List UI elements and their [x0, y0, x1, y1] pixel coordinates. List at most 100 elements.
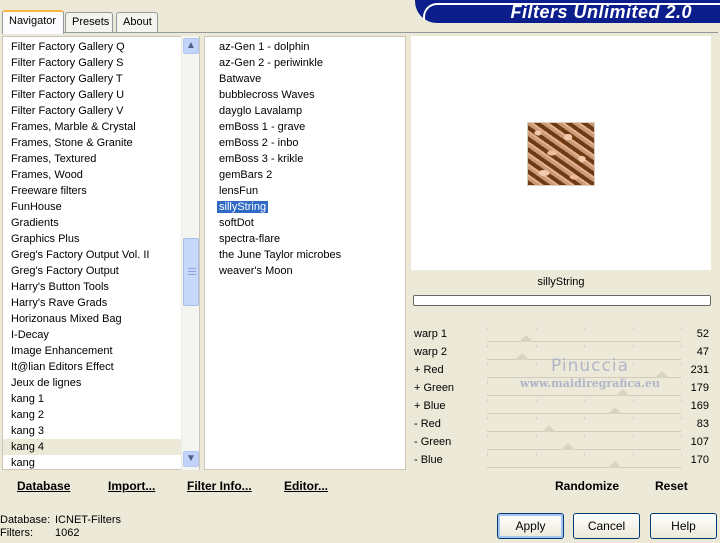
filter-item[interactable]: az-Gen 2 - periwinkle [205, 55, 323, 71]
apply-button[interactable]: Apply [497, 513, 564, 539]
import-button[interactable]: Import... [108, 479, 155, 493]
slider-value: 83 [696, 418, 709, 430]
slider-track[interactable] [487, 399, 682, 414]
category-item[interactable]: Freeware filters [3, 183, 182, 199]
filter-item-label: emBoss 2 - inbo [219, 137, 299, 149]
slider-label: + Red [414, 364, 444, 376]
filter-name-label: sillyString [537, 276, 585, 288]
filter-item[interactable]: dayglo Lavalamp [205, 103, 302, 119]
category-item[interactable]: It@lian Editors Effect [3, 359, 182, 375]
category-item[interactable]: Harry's Rave Grads [3, 295, 182, 311]
slider-value: 170 [690, 454, 709, 466]
filter-item[interactable]: sillyString [205, 199, 269, 215]
category-item[interactable]: Greg's Factory Output [3, 263, 182, 279]
tab-navigator[interactable]: Navigator [2, 10, 64, 34]
slider-row[interactable]: warp 1 52 [411, 326, 711, 344]
filter-item-label: gemBars 2 [219, 169, 273, 181]
help-button[interactable]: Help [650, 513, 717, 539]
category-item[interactable]: kang 3 [3, 423, 182, 439]
scroll-up-icon[interactable]: ▲ [183, 38, 199, 54]
filter-item[interactable]: weaver's Moon [205, 263, 293, 279]
slider-value: 231 [690, 364, 709, 376]
category-item[interactable]: Filter Factory Gallery U [3, 87, 182, 103]
editor-label: Editor... [284, 479, 329, 493]
category-item[interactable]: Horizonaus Mixed Bag [3, 311, 182, 327]
slider-value: 47 [696, 346, 709, 358]
filters-info-value: 1062 [55, 527, 80, 539]
category-item[interactable]: kang 1 [3, 391, 182, 407]
randomize-button[interactable]: Randomize [555, 479, 619, 493]
filter-list[interactable]: az-Gen 1 - dolphin az-Gen 2 - periwinkle B… [204, 36, 406, 470]
category-item[interactable]: Filter Factory Gallery Q [3, 39, 182, 55]
slider-track[interactable] [487, 453, 682, 468]
category-scrollbar[interactable]: ▲ ▼ [181, 36, 199, 470]
progress-bar [413, 295, 711, 306]
category-item[interactable]: FunHouse [3, 199, 182, 215]
filter-item[interactable]: az-Gen 1 - dolphin [205, 39, 310, 55]
reset-button[interactable]: Reset [655, 479, 688, 493]
filter-item[interactable]: spectra-flare [205, 231, 280, 247]
slider-value: 169 [690, 400, 709, 412]
category-item[interactable]: Jeux de lignes [3, 375, 182, 391]
category-item[interactable]: Frames, Wood [3, 167, 182, 183]
filter-item[interactable]: Batwave [205, 71, 261, 87]
filter-item[interactable]: gemBars 2 [205, 167, 272, 183]
tab-presets[interactable]: Presets [65, 12, 113, 32]
slider-track[interactable] [487, 327, 682, 342]
category-item[interactable]: kang 4 [3, 439, 182, 455]
slider-row[interactable]: - Blue 170 [411, 452, 711, 470]
category-item[interactable]: kang 2 [3, 407, 182, 423]
filter-item[interactable]: emBoss 2 - inbo [205, 135, 298, 151]
category-list[interactable]: Filter Factory Gallery Q Filter Factory G… [2, 36, 200, 470]
category-item[interactable]: kang [3, 455, 182, 469]
slider-label: - Green [414, 436, 452, 448]
slider-track[interactable] [487, 381, 682, 396]
filter-item[interactable]: lensFun [205, 183, 258, 199]
slider-thumb[interactable] [514, 353, 529, 360]
slider-thumb[interactable] [518, 335, 533, 342]
category-item[interactable]: Greg's Factory Output Vol. II [3, 247, 182, 263]
filter-item[interactable]: the June Taylor microbes [205, 247, 341, 263]
preview-area [411, 36, 711, 270]
category-item[interactable]: Frames, Stone & Granite [3, 135, 182, 151]
category-item[interactable]: Filter Factory Gallery S [3, 55, 182, 71]
filter-item[interactable]: softDot [205, 215, 254, 231]
slider-track[interactable] [487, 435, 682, 450]
filter-item[interactable]: emBoss 1 - grave [205, 119, 305, 135]
scroll-thumb[interactable] [183, 238, 199, 306]
category-item[interactable]: Filter Factory Gallery V [3, 103, 182, 119]
slider-row[interactable]: - Green 107 [411, 434, 711, 452]
tab-about[interactable]: About [116, 12, 158, 32]
cancel-button[interactable]: Cancel [573, 513, 640, 539]
filter-item-label: softDot [219, 217, 254, 229]
category-item[interactable]: Gradients [3, 215, 182, 231]
slider-label: + Blue [414, 400, 446, 412]
category-item[interactable]: Frames, Marble & Crystal [3, 119, 182, 135]
slider-row[interactable]: + Blue 169 [411, 398, 711, 416]
slider-thumb[interactable] [608, 407, 623, 414]
category-item[interactable]: Graphics Plus [3, 231, 182, 247]
slider-track[interactable] [487, 417, 682, 432]
category-item[interactable]: Image Enhancement [3, 343, 182, 359]
slider-thumb[interactable] [561, 443, 576, 450]
slider-thumb[interactable] [615, 389, 630, 396]
editor-button[interactable]: Editor... [284, 479, 328, 493]
slider-thumb[interactable] [608, 461, 623, 468]
filter-item-label: dayglo Lavalamp [219, 105, 303, 117]
filter-item[interactable]: bubblecross Waves [205, 87, 315, 103]
category-item[interactable]: Harry's Button Tools [3, 279, 182, 295]
slider-row[interactable]: - Red 83 [411, 416, 711, 434]
category-item[interactable]: Filter Factory Gallery T [3, 71, 182, 87]
database-button[interactable]: Database [17, 479, 70, 493]
slider-thumb[interactable] [542, 425, 557, 432]
filter-item-label: the June Taylor microbes [219, 249, 342, 261]
category-item[interactable]: I-Decay [3, 327, 182, 343]
slider-label: + Green [414, 382, 455, 394]
category-item[interactable]: Frames, Textured [3, 151, 182, 167]
filter-item-label: sillyString [217, 201, 269, 213]
filter-item[interactable]: emBoss 3 - krikle [205, 151, 303, 167]
scroll-down-icon[interactable]: ▼ [183, 451, 199, 467]
filter-info-label: Filter Info... [187, 479, 252, 493]
title-banner: Filters Unlimited 2.0 [415, 0, 720, 23]
filter-info-button[interactable]: Filter Info... [187, 479, 252, 493]
